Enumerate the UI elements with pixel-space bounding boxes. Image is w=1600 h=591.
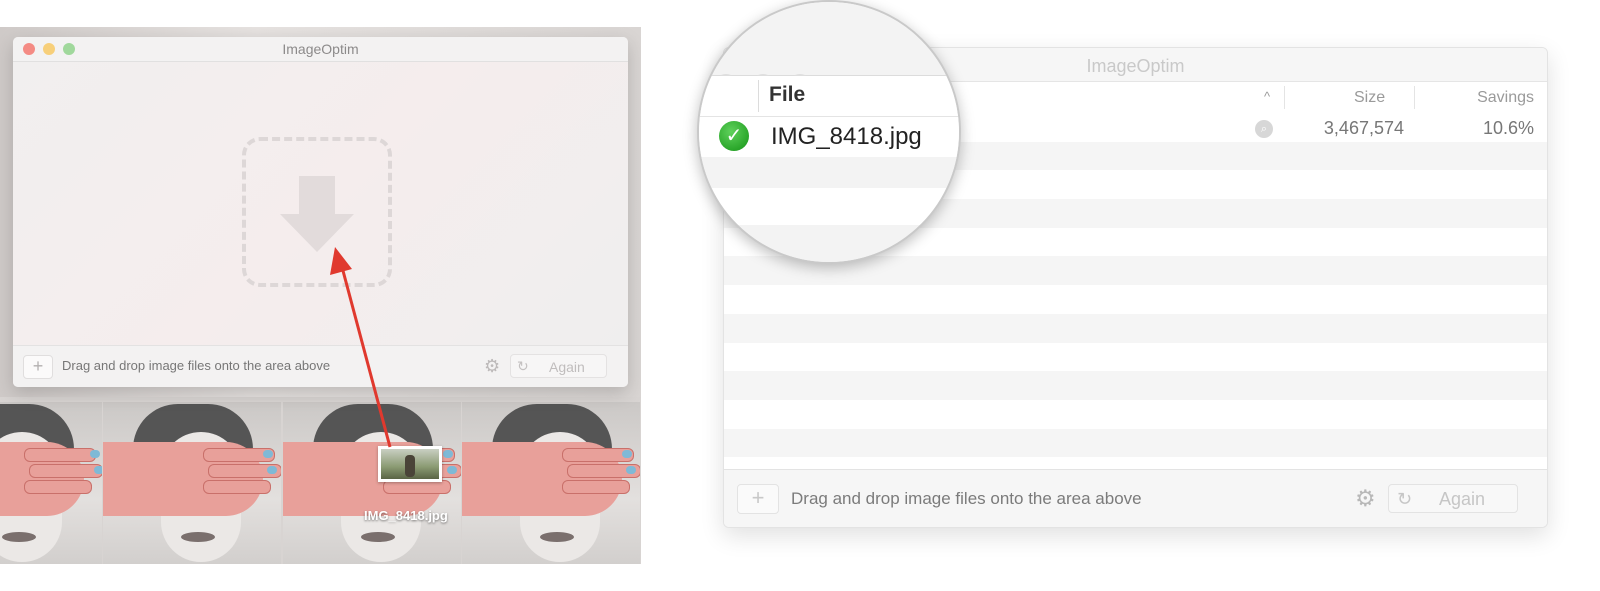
red-arrow-annotation <box>330 247 392 448</box>
magnifier-icon[interactable]: ⌕ <box>1255 120 1273 138</box>
column-header-file[interactable]: File <box>769 83 805 107</box>
magnified-table-header: File <box>699 76 959 117</box>
gear-icon[interactable]: ⚙ <box>1355 485 1376 512</box>
file-size-value: 3,467,574 <box>1323 118 1404 138</box>
bottom-toolbar: + Drag and drop image files onto the are… <box>724 469 1547 527</box>
again-button-label: Again <box>1439 489 1486 509</box>
file-name: IMG_8418.jpg <box>771 123 922 150</box>
refresh-icon: ↻ <box>1397 489 1413 509</box>
drop-hint-text: Drag and drop image files onto the area … <box>791 489 1142 508</box>
again-button[interactable]: ↻ Again <box>1388 484 1518 513</box>
add-files-button[interactable]: + <box>737 484 779 514</box>
column-header-savings[interactable]: Savings <box>1434 89 1534 107</box>
column-header-size[interactable]: Size <box>1354 89 1385 107</box>
left-screenshot: ImageOptim + Drag and drop image files o… <box>0 27 641 564</box>
table-row[interactable]: ✓ IMG_8418.jpg <box>699 117 959 157</box>
sort-caret-icon[interactable]: ^ <box>1264 89 1270 104</box>
zoom-magnifier: File ✓ IMG_8418.jpg <box>697 0 961 264</box>
checkmark-icon: ✓ <box>719 121 749 151</box>
file-savings-value: 10.6% <box>1482 118 1534 138</box>
magnified-titlebar <box>699 32 959 98</box>
